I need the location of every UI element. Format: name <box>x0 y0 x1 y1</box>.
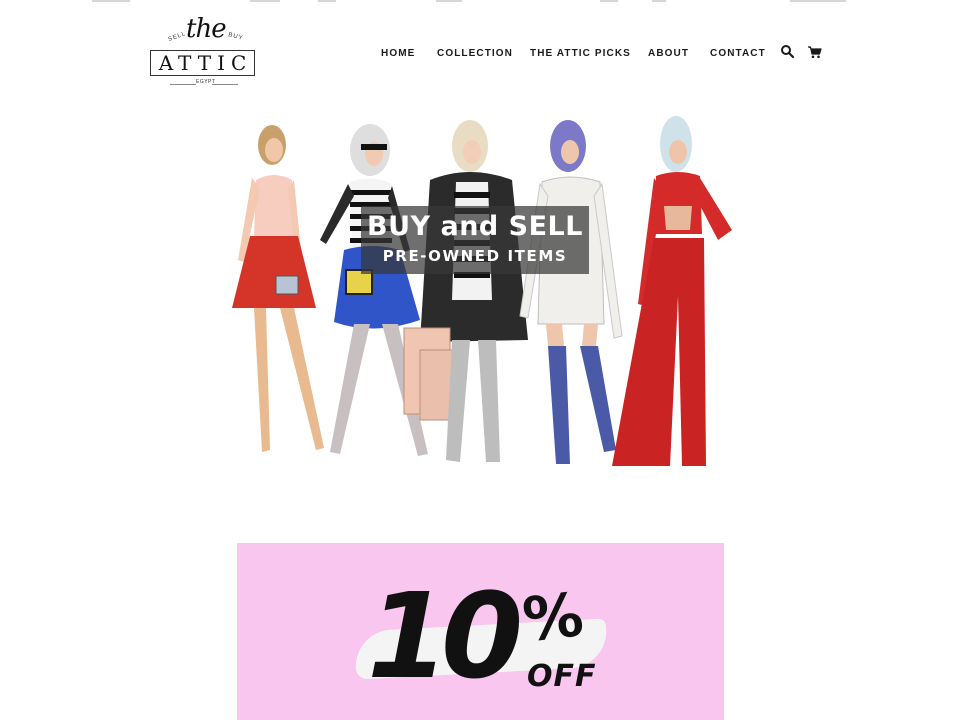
discount-off-label: OFF <box>527 659 597 694</box>
hero-illustration[interactable]: BUY and SELL PRE-OWNED ITEMS <box>224 110 739 466</box>
figure-5 <box>612 116 732 466</box>
nav-home[interactable]: HOME <box>381 48 415 59</box>
nav-collection[interactable]: COLLECTION <box>437 48 513 59</box>
logo-rule-right <box>212 84 238 85</box>
hero-banner: BUY and SELL PRE-OWNED ITEMS <box>361 206 589 274</box>
figure-3 <box>403 120 528 462</box>
search-icon[interactable] <box>780 44 796 60</box>
hero-subtitle: PRE-OWNED ITEMS <box>382 247 568 265</box>
logo-sell-tag: SELL <box>167 30 188 44</box>
discount-banner[interactable]: 10 % OFF <box>237 543 724 720</box>
fashion-figures-image <box>232 116 732 466</box>
cart-icon[interactable] <box>807 44 823 60</box>
nav-attic-picks[interactable]: THE ATTIC PICKS <box>530 48 631 59</box>
discount-amount: 10 <box>367 567 523 705</box>
logo-buy-tag: BUY <box>227 32 244 42</box>
site-header: the SELL BUY ATTIC EGYPT HOME COLLECTION… <box>0 0 960 100</box>
nav-contact[interactable]: CONTACT <box>710 48 766 59</box>
nav-about[interactable]: ABOUT <box>648 48 689 59</box>
logo-rule-left <box>170 84 196 85</box>
logo-wordmark: ATTIC <box>150 50 255 76</box>
percent-sign: % <box>519 580 587 656</box>
figure-1 <box>232 125 324 452</box>
hero-title: BUY and SELL <box>367 211 583 242</box>
logo-script: the <box>186 14 227 44</box>
brand-logo[interactable]: the SELL BUY ATTIC EGYPT <box>148 14 256 88</box>
figure-4 <box>519 120 623 464</box>
